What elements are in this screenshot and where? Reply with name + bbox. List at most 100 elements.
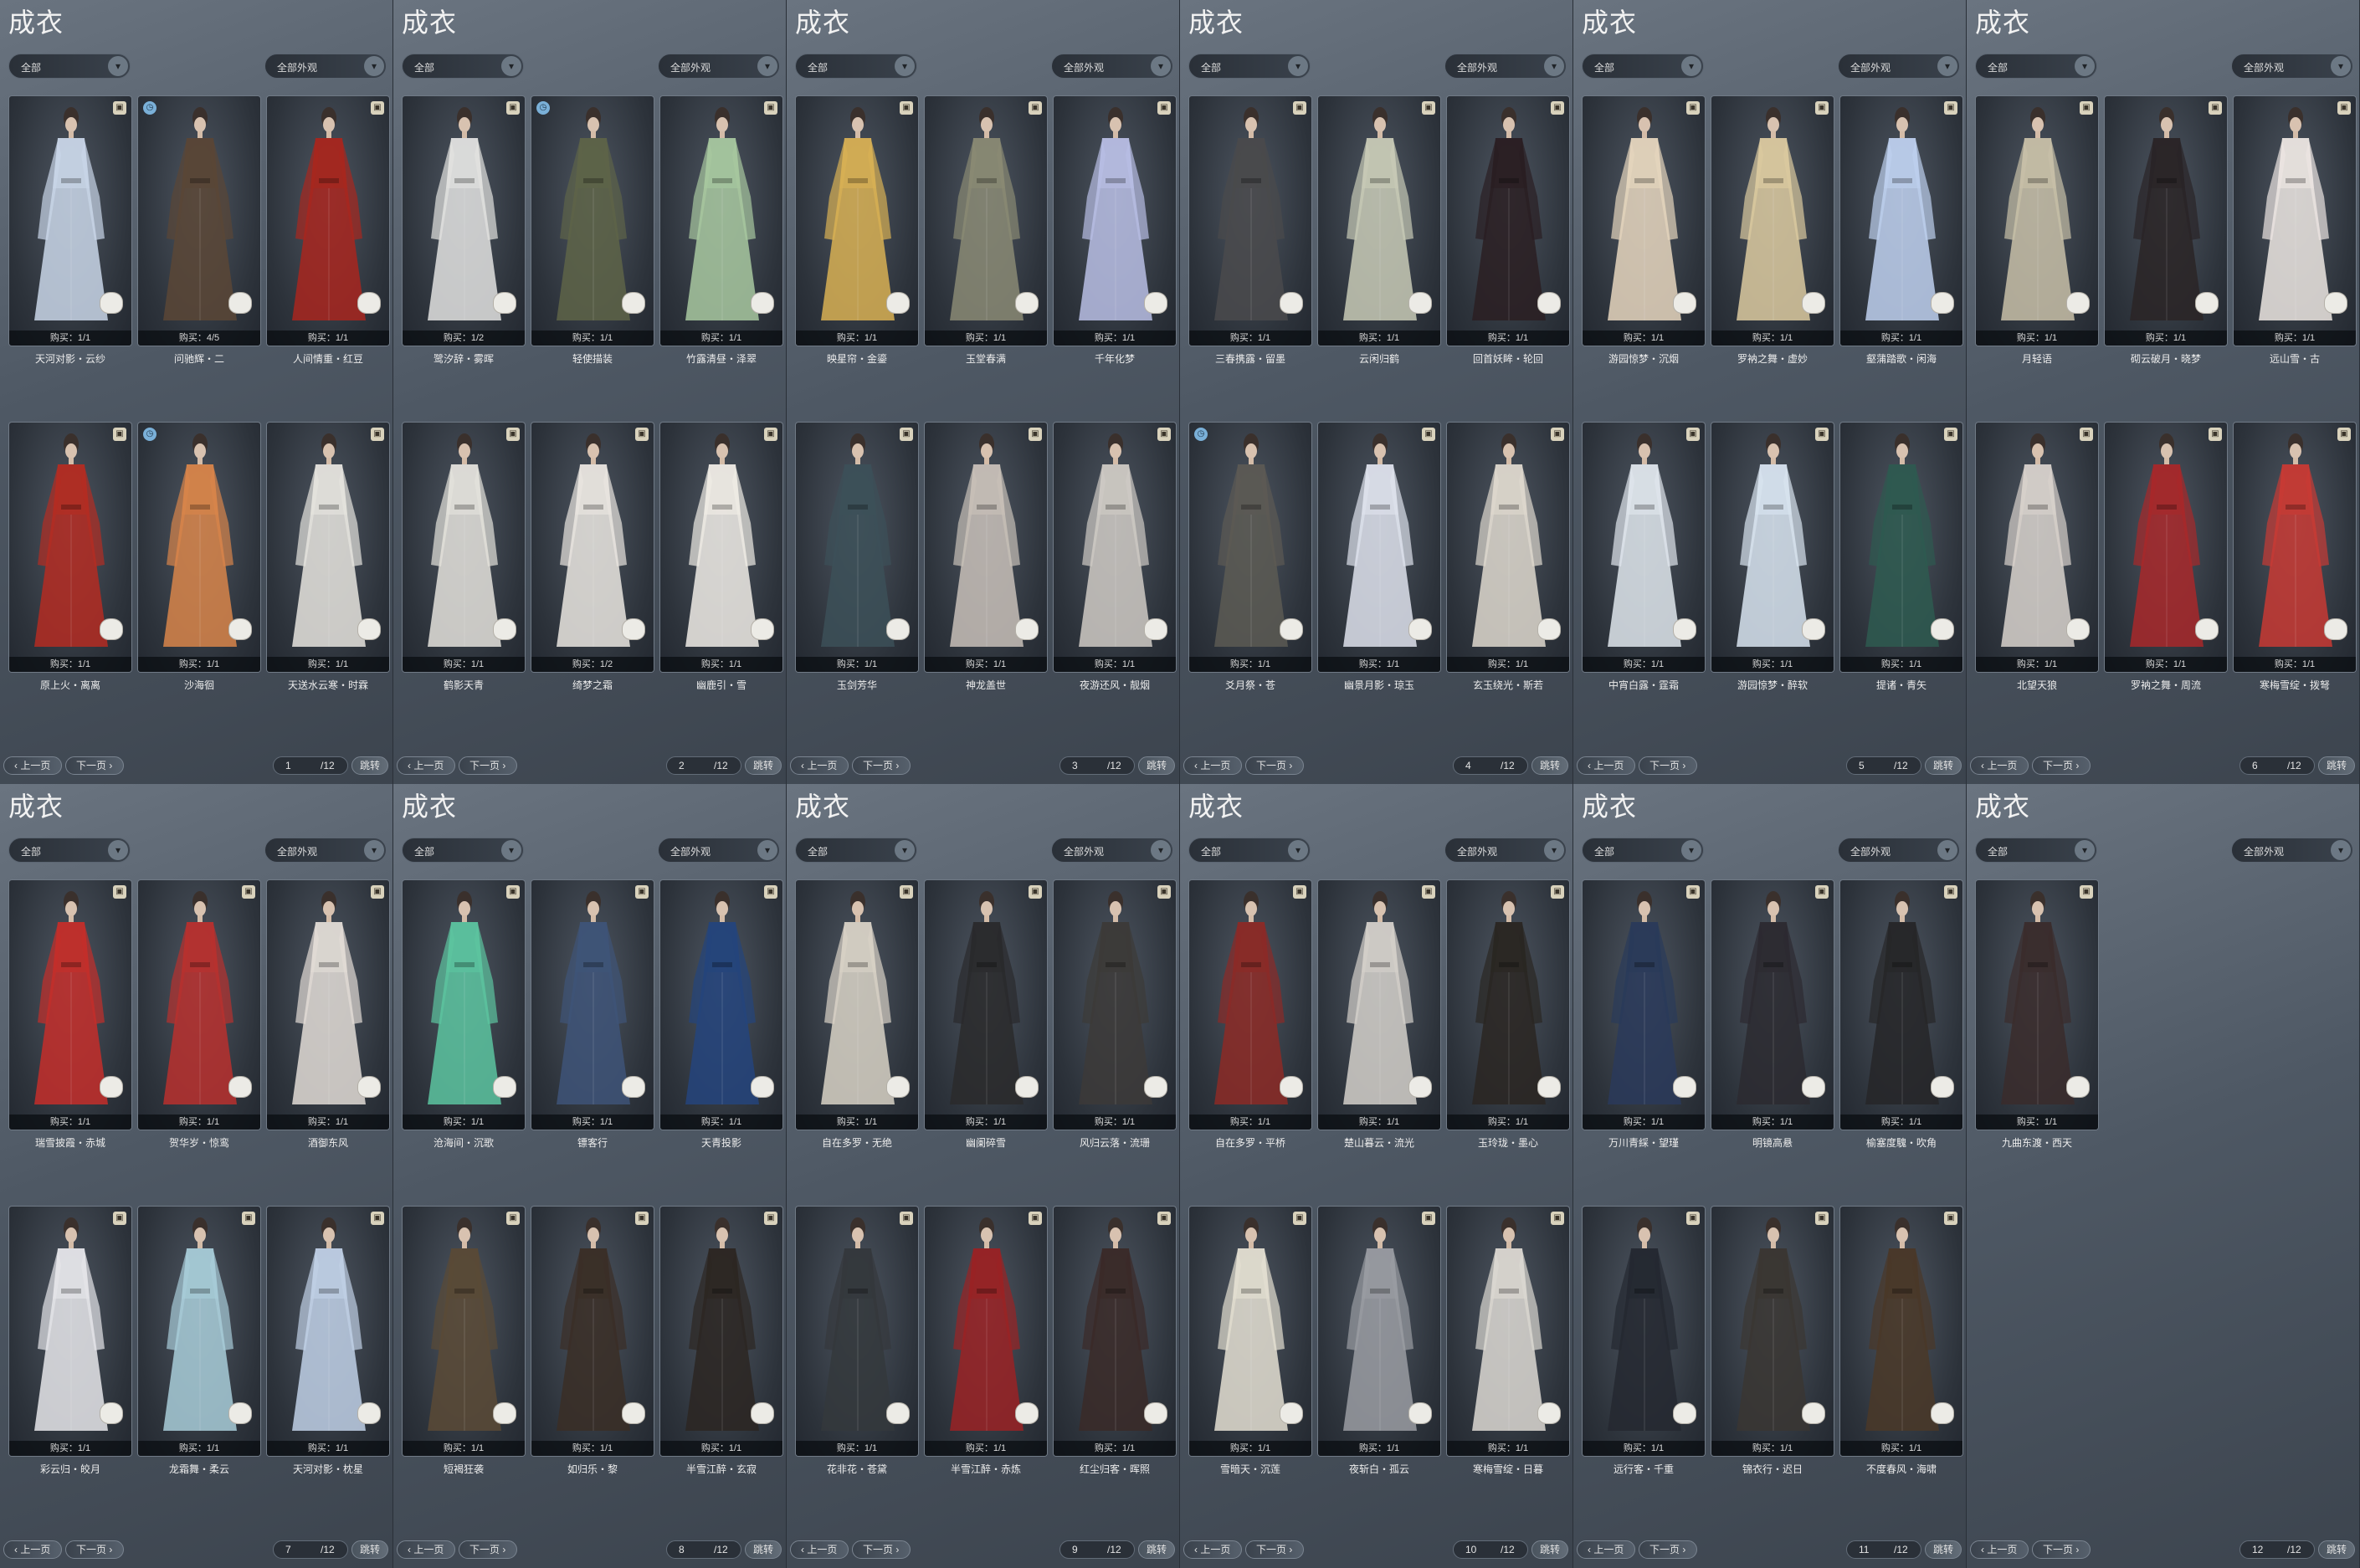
next-page-button[interactable]: 下一页 › bbox=[1639, 756, 1697, 775]
next-page-button[interactable]: 下一页 › bbox=[852, 756, 911, 775]
next-page-button[interactable]: 下一页 › bbox=[852, 1540, 911, 1559]
outfit-card[interactable]: ▣ 购买：1/1 bbox=[1188, 1206, 1312, 1457]
jump-button[interactable]: 跳转 bbox=[745, 1540, 782, 1559]
outfit-card[interactable]: ▣ 购买：1/1 bbox=[8, 95, 132, 346]
outfit-card[interactable]: ▣ 购买：1/1 bbox=[1975, 879, 2099, 1130]
outfit-card[interactable]: ▣ 购买：1/1 bbox=[1711, 422, 1834, 673]
chevron-down-icon[interactable]: ▾ bbox=[1288, 840, 1308, 860]
outfit-card[interactable]: ▣ 购买：1/1 bbox=[2233, 422, 2357, 673]
outfit-card[interactable]: ▣ 购买：1/1 bbox=[1446, 95, 1570, 346]
chevron-down-icon[interactable]: ▾ bbox=[2075, 56, 2095, 76]
category-filter-dropdown[interactable]: 全部 ▾ bbox=[8, 838, 131, 863]
prev-page-button[interactable]: ‹ 上一页 bbox=[397, 756, 455, 775]
next-page-button[interactable]: 下一页 › bbox=[2032, 1540, 2091, 1559]
outfit-card[interactable]: ◷ 购买：1/1 bbox=[1188, 422, 1312, 673]
outfit-card[interactable]: ▣ 购买：1/1 bbox=[266, 879, 390, 1130]
chevron-down-icon[interactable]: ▾ bbox=[501, 840, 521, 860]
outfit-card[interactable]: ▣ 购买：1/1 bbox=[8, 879, 132, 1130]
outfit-card[interactable]: ◷ 购买：1/1 bbox=[531, 95, 654, 346]
chevron-down-icon[interactable]: ▾ bbox=[1151, 56, 1171, 76]
outfit-card[interactable]: ▣ 购买：1/1 bbox=[924, 1206, 1048, 1457]
appearance-filter-dropdown[interactable]: 全部外观 ▾ bbox=[1051, 54, 1173, 79]
prev-page-button[interactable]: ‹ 上一页 bbox=[1970, 1540, 2029, 1559]
category-filter-dropdown[interactable]: 全部 ▾ bbox=[402, 838, 524, 863]
next-page-button[interactable]: 下一页 › bbox=[2032, 756, 2091, 775]
category-filter-dropdown[interactable]: 全部 ▾ bbox=[1582, 54, 1704, 79]
outfit-card[interactable]: ▣ 购买：1/1 bbox=[402, 422, 526, 673]
outfit-card[interactable]: ▣ 购买：1/1 bbox=[531, 879, 654, 1130]
outfit-card[interactable]: ▣ 购买：1/1 bbox=[1317, 422, 1441, 673]
next-page-button[interactable]: 下一页 › bbox=[459, 1540, 517, 1559]
outfit-card[interactable]: ▣ 购买：1/1 bbox=[1839, 95, 1963, 346]
outfit-card[interactable]: ◷ 购买：1/1 bbox=[137, 422, 261, 673]
outfit-card[interactable]: ▣ 购买：1/1 bbox=[924, 95, 1048, 346]
chevron-down-icon[interactable]: ▾ bbox=[1544, 840, 1564, 860]
chevron-down-icon[interactable]: ▾ bbox=[108, 56, 128, 76]
outfit-card[interactable]: ▣ 购买：1/1 bbox=[659, 422, 783, 673]
chevron-down-icon[interactable]: ▾ bbox=[364, 56, 384, 76]
outfit-card[interactable]: ▣ 购买：1/1 bbox=[2104, 95, 2228, 346]
page-number-input[interactable]: 2/12 bbox=[666, 756, 741, 775]
next-page-button[interactable]: 下一页 › bbox=[1639, 1540, 1697, 1559]
outfit-card[interactable]: ▣ 购买：1/1 bbox=[1053, 1206, 1177, 1457]
outfit-card[interactable]: ▣ 购买：1/1 bbox=[1582, 879, 1706, 1130]
next-page-button[interactable]: 下一页 › bbox=[1245, 1540, 1304, 1559]
outfit-card[interactable]: ▣ 购买：1/1 bbox=[266, 95, 390, 346]
outfit-card[interactable]: ▣ 购买：1/1 bbox=[795, 879, 919, 1130]
outfit-card[interactable]: ▣ 购买：1/1 bbox=[1582, 95, 1706, 346]
outfit-card[interactable]: ▣ 购买：1/1 bbox=[1446, 879, 1570, 1130]
page-number-input[interactable]: 10/12 bbox=[1453, 1540, 1528, 1559]
jump-button[interactable]: 跳转 bbox=[1531, 1540, 1568, 1559]
appearance-filter-dropdown[interactable]: 全部外观 ▾ bbox=[1051, 838, 1173, 863]
category-filter-dropdown[interactable]: 全部 ▾ bbox=[8, 54, 131, 79]
outfit-card[interactable]: ▣ 购买：1/1 bbox=[659, 879, 783, 1130]
outfit-card[interactable]: ▣ 购买：1/1 bbox=[8, 422, 132, 673]
chevron-down-icon[interactable]: ▾ bbox=[1937, 840, 1957, 860]
appearance-filter-dropdown[interactable]: 全部外观 ▾ bbox=[658, 54, 780, 79]
chevron-down-icon[interactable]: ▾ bbox=[895, 56, 915, 76]
chevron-down-icon[interactable]: ▾ bbox=[1681, 56, 1701, 76]
appearance-filter-dropdown[interactable]: 全部外观 ▾ bbox=[2231, 54, 2353, 79]
chevron-down-icon[interactable]: ▾ bbox=[757, 840, 777, 860]
chevron-down-icon[interactable]: ▾ bbox=[895, 840, 915, 860]
prev-page-button[interactable]: ‹ 上一页 bbox=[1183, 756, 1242, 775]
outfit-card[interactable]: ▣ 购买：1/1 bbox=[1053, 95, 1177, 346]
category-filter-dropdown[interactable]: 全部 ▾ bbox=[1188, 54, 1311, 79]
outfit-card[interactable]: ▣ 购买：1/1 bbox=[531, 1206, 654, 1457]
outfit-card[interactable]: ▣ 购买：1/1 bbox=[795, 1206, 919, 1457]
outfit-card[interactable]: ▣ 购买：1/2 bbox=[402, 95, 526, 346]
outfit-card[interactable]: ▣ 购买：1/1 bbox=[659, 1206, 783, 1457]
outfit-card[interactable]: ▣ 购买：1/1 bbox=[1188, 879, 1312, 1130]
appearance-filter-dropdown[interactable]: 全部外观 ▾ bbox=[2231, 838, 2353, 863]
jump-button[interactable]: 跳转 bbox=[745, 756, 782, 775]
appearance-filter-dropdown[interactable]: 全部外观 ▾ bbox=[264, 838, 387, 863]
next-page-button[interactable]: 下一页 › bbox=[65, 1540, 124, 1559]
outfit-card[interactable]: ▣ 购买：1/1 bbox=[402, 1206, 526, 1457]
outfit-card[interactable]: ▣ 购买：1/1 bbox=[795, 422, 919, 673]
appearance-filter-dropdown[interactable]: 全部外观 ▾ bbox=[1444, 838, 1567, 863]
outfit-card[interactable]: ▣ 购买：1/1 bbox=[1582, 1206, 1706, 1457]
outfit-card[interactable]: ▣ 购买：1/1 bbox=[795, 95, 919, 346]
outfit-card[interactable]: ▣ 购买：1/1 bbox=[1317, 879, 1441, 1130]
jump-button[interactable]: 跳转 bbox=[1925, 756, 1962, 775]
chevron-down-icon[interactable]: ▾ bbox=[1288, 56, 1308, 76]
outfit-card[interactable]: ▣ 购买：1/1 bbox=[659, 95, 783, 346]
outfit-card[interactable]: ▣ 购买：1/1 bbox=[266, 1206, 390, 1457]
category-filter-dropdown[interactable]: 全部 ▾ bbox=[1188, 838, 1311, 863]
outfit-card[interactable]: ▣ 购买：1/1 bbox=[1839, 1206, 1963, 1457]
prev-page-button[interactable]: ‹ 上一页 bbox=[397, 1540, 455, 1559]
chevron-down-icon[interactable]: ▾ bbox=[1937, 56, 1957, 76]
category-filter-dropdown[interactable]: 全部 ▾ bbox=[402, 54, 524, 79]
jump-button[interactable]: 跳转 bbox=[351, 756, 388, 775]
chevron-down-icon[interactable]: ▾ bbox=[757, 56, 777, 76]
chevron-down-icon[interactable]: ▾ bbox=[2331, 840, 2351, 860]
category-filter-dropdown[interactable]: 全部 ▾ bbox=[1582, 838, 1704, 863]
page-number-input[interactable]: 3/12 bbox=[1059, 756, 1135, 775]
page-number-input[interactable]: 4/12 bbox=[1453, 756, 1528, 775]
outfit-card[interactable]: ▣ 购买：1/1 bbox=[1711, 95, 1834, 346]
outfit-card[interactable]: ▣ 购买：1/1 bbox=[1582, 422, 1706, 673]
outfit-card[interactable]: ◷ 购买：4/5 bbox=[137, 95, 261, 346]
category-filter-dropdown[interactable]: 全部 ▾ bbox=[795, 54, 917, 79]
outfit-card[interactable]: ▣ 购买：1/1 bbox=[1839, 879, 1963, 1130]
chevron-down-icon[interactable]: ▾ bbox=[108, 840, 128, 860]
